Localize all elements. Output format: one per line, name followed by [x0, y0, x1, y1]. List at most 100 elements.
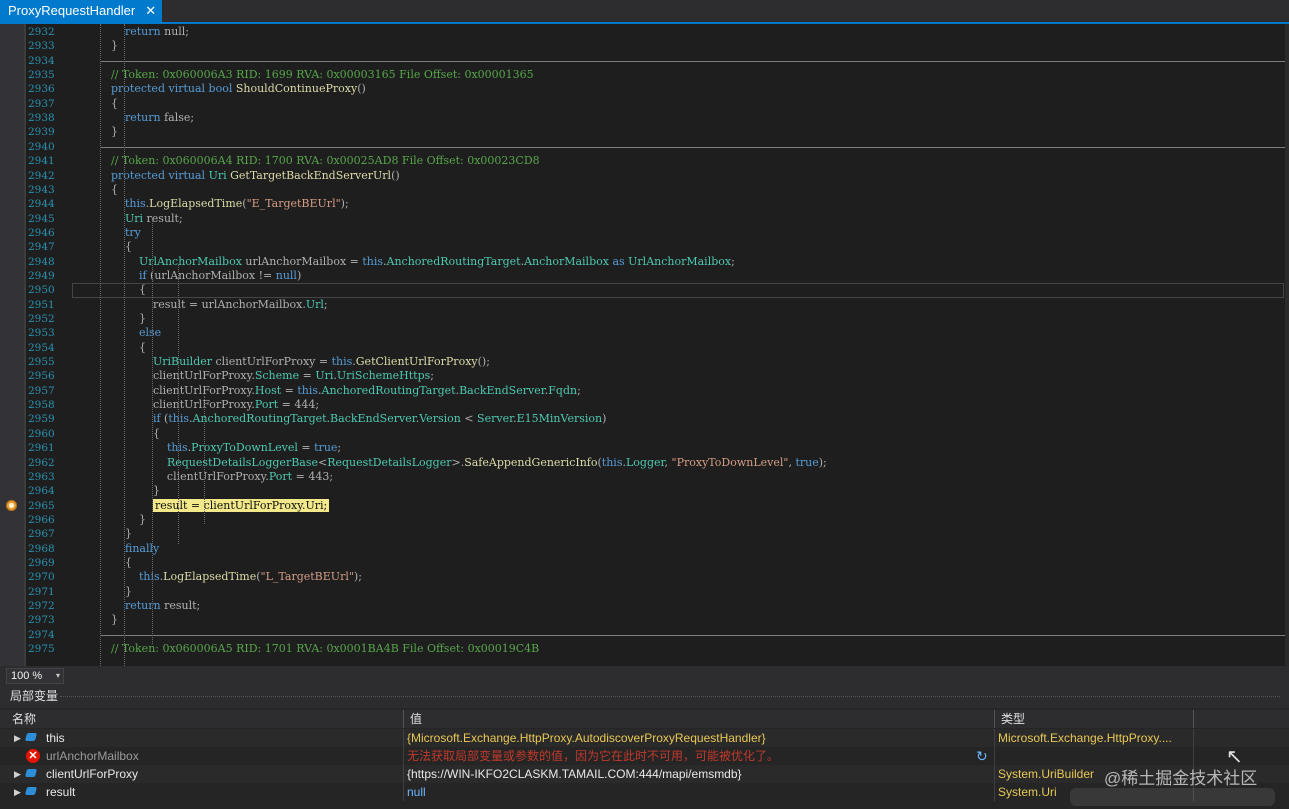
line-number: 2933 [28, 40, 55, 53]
code-line[interactable]: 2949 if (urlAnchorMailbox != null) [0, 269, 1289, 283]
expand-arrow-icon[interactable]: ▶ [14, 729, 21, 747]
code-token: SafeAppendGenericInfo [464, 455, 598, 469]
code-line[interactable]: 2975 // Token: 0x060006A5 RID: 1701 RVA:… [0, 642, 1289, 656]
code-line[interactable]: 2970 this.LogElapsedTime("L_TargetBEUrl"… [0, 570, 1289, 584]
expand-arrow-icon[interactable]: ▶ [14, 783, 21, 801]
indent-guide [152, 220, 153, 644]
locals-row[interactable]: ▶ clientUrlForProxy {https://WIN-IKFO2CLAS… [0, 765, 1289, 783]
column-header-type[interactable]: 类型 [1001, 710, 1025, 728]
code-line[interactable]: 2963 clientUrlForProxy.Port = 443; [0, 470, 1289, 484]
code-editor[interactable]: 2932 return null; 2933 } 2934 2935 // Token… [0, 24, 1289, 666]
code-line[interactable]: 2958 clientUrlForProxy.Port = 444; [0, 398, 1289, 412]
zoom-dropdown[interactable]: 100 % ▾ [6, 668, 64, 684]
code-token: { [97, 340, 146, 354]
code-line[interactable]: 2974 [0, 628, 1289, 642]
vertical-scrollbar[interactable] [1285, 24, 1289, 666]
code-line[interactable]: 2935 // Token: 0x060006A3 RID: 1699 RVA:… [0, 68, 1289, 82]
code-line[interactable]: 2951 result = urlAnchorMailbox.Url; [0, 298, 1289, 312]
line-number: 2951 [28, 298, 55, 311]
code-token: if [138, 268, 147, 282]
column-divider[interactable] [994, 710, 995, 728]
code-line[interactable]: 2953 else [0, 326, 1289, 340]
code-line[interactable]: 2964 } [0, 484, 1289, 498]
code-line[interactable]: 2947 { [0, 240, 1289, 254]
code-line[interactable]: 2944 this.LogElapsedTime("E_TargetBEUrl"… [0, 197, 1289, 211]
code-line[interactable]: 2959 if (this.AnchoredRoutingTarget.Back… [0, 412, 1289, 426]
code-token: UrlAnchorMailbox [628, 254, 732, 268]
code-line[interactable]: 2942 protected virtual Uri GetTargetBack… [0, 169, 1289, 183]
breakpoint-icon[interactable] [6, 499, 17, 511]
tab-proxy-request-handler[interactable]: ProxyRequestHandler ✕ [0, 0, 163, 22]
code-token: Server [477, 412, 514, 426]
column-header-value[interactable]: 值 [410, 710, 422, 728]
cell-divider [403, 729, 404, 747]
variable-value[interactable]: 无法获取局部变量或参数的值，因为它在此时不可用，可能被优化了。 [407, 747, 779, 765]
chevron-down-icon[interactable]: ▾ [56, 669, 60, 683]
code-line[interactable]: 2936 protected virtual bool ShouldContin… [0, 82, 1289, 96]
code-token: Port [254, 398, 279, 412]
code-line[interactable]: 2933 } [0, 39, 1289, 53]
code-line[interactable]: 2946 try [0, 226, 1289, 240]
current-statement-highlight: result = clientUrlForProxy.Uri; [152, 498, 330, 512]
code-line[interactable]: 2956 clientUrlForProxy.Scheme = Uri.UriS… [0, 369, 1289, 383]
code-token: () [391, 168, 400, 182]
code-token: ); [340, 197, 349, 211]
code-line[interactable]: 2957 clientUrlForProxy.Host = this.Ancho… [0, 384, 1289, 398]
code-line[interactable]: 2938 return false; [0, 111, 1289, 125]
code-text: } [97, 585, 132, 599]
code-line[interactable]: 2960 { [0, 427, 1289, 441]
panel-title-text: 局部变量 [10, 689, 59, 703]
code-line[interactable]: 2966 } [0, 513, 1289, 527]
code-line[interactable]: 2972 return result; [0, 599, 1289, 613]
column-divider[interactable] [1193, 710, 1194, 728]
code-line[interactable]: 2948 UrlAnchorMailbox urlAnchorMailbox =… [0, 255, 1289, 269]
code-line[interactable]: 2937 { [0, 97, 1289, 111]
editor-status-bar: 100 % ▾ [0, 666, 1289, 684]
locals-row[interactable]: ▶ this {Microsoft.Exchange.HttpProxy.Autod… [0, 729, 1289, 747]
code-line[interactable]: 2971 } [0, 585, 1289, 599]
code-line[interactable]: 2932 return null; [0, 25, 1289, 39]
variable-value[interactable]: {Microsoft.Exchange.HttpProxy.Autodiscov… [407, 729, 766, 747]
code-line[interactable]: 2962 RequestDetailsLoggerBase<RequestDet… [0, 456, 1289, 470]
code-token: GetClientUrlForProxy [355, 355, 478, 369]
code-line[interactable]: 2950 { [0, 283, 1289, 299]
variable-value[interactable]: {https://WIN-IKFO2CLASKM.TAMAIL.COM:444/… [407, 765, 742, 783]
code-line[interactable]: 2952 } [0, 312, 1289, 326]
locals-row[interactable]: ✕ urlAnchorMailbox 无法获取局部变量或参数的值，因为它在此时不可用… [0, 747, 1289, 765]
code-line[interactable]: 2954 { [0, 341, 1289, 355]
variable-value[interactable]: null [407, 783, 426, 801]
column-divider[interactable] [403, 710, 404, 728]
code-token: Url [305, 297, 324, 311]
code-line[interactable]: 2934 [0, 54, 1289, 68]
code-line[interactable]: 2968 finally [0, 542, 1289, 556]
line-number: 2934 [28, 54, 55, 67]
code-line[interactable]: 2945 Uri result; [0, 212, 1289, 226]
code-line[interactable]: 2973 } [0, 613, 1289, 627]
line-number: 2967 [28, 528, 55, 541]
code-text: protected virtual Uri GetTargetBackEndSe… [97, 169, 400, 183]
code-token: urlAnchorMailbox = [241, 254, 363, 268]
code-token: RequestDetailsLogger [327, 455, 452, 469]
cell-divider [994, 765, 995, 783]
code-line[interactable]: 2941 // Token: 0x060006A4 RID: 1700 RVA:… [0, 154, 1289, 168]
expand-arrow-icon[interactable]: ▶ [14, 765, 21, 783]
close-icon[interactable]: ✕ [145, 0, 156, 22]
line-number: 2975 [28, 643, 55, 656]
line-number: 2969 [28, 556, 55, 569]
code-token: Uri [124, 211, 144, 225]
code-line[interactable]: 2943 { [0, 183, 1289, 197]
column-header-name[interactable]: 名称 [12, 710, 36, 728]
watermark-backdrop [1070, 788, 1275, 806]
code-line[interactable]: 2939 } [0, 125, 1289, 139]
refresh-icon[interactable]: ↻ [976, 747, 988, 765]
code-token: return [124, 25, 161, 38]
code-line[interactable]: 2955 UriBuilder clientUrlForProxy = this… [0, 355, 1289, 369]
code-line[interactable]: 2969 { [0, 556, 1289, 570]
code-line[interactable]: 2961 this.ProxyToDownLevel = true; [0, 441, 1289, 455]
code-line[interactable]: 2965 result = clientUrlForProxy.Uri; [0, 498, 1289, 513]
variable-type: Microsoft.Exchange.HttpProxy.... [998, 731, 1172, 745]
code-line[interactable]: 2940 [0, 140, 1289, 154]
code-line[interactable]: 2967 } [0, 527, 1289, 541]
